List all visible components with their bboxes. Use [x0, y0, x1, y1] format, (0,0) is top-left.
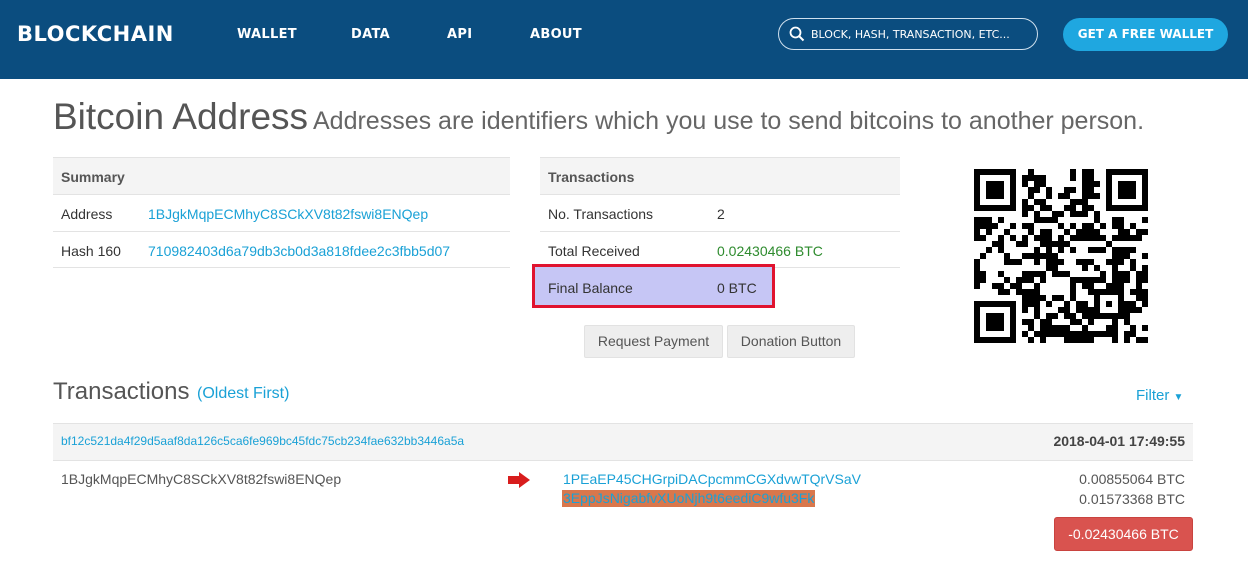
- total-received-label: Total Received: [548, 243, 640, 259]
- transaction-total-badge: -0.02430466 BTC: [1054, 517, 1193, 551]
- transactions-header-row: Transactions: [540, 157, 900, 194]
- search-box[interactable]: [778, 18, 1038, 50]
- transaction-input-address: 1BJgkMqpECMhyC8SCkXV8t82fswi8ENQep: [61, 471, 342, 487]
- page-title: Bitcoin Address: [53, 96, 309, 137]
- sort-order-link[interactable]: (Oldest First): [197, 385, 289, 403]
- caret-down-icon: ▼: [1173, 392, 1184, 403]
- hash160-value-link[interactable]: 710982403d6a79db3cb0d3a818fdee2c3fbb5d07: [148, 243, 450, 259]
- filter-label: Filter: [1136, 387, 1170, 404]
- transactions-section-title: Transactions: [53, 378, 190, 405]
- donation-button[interactable]: Donation Button: [727, 325, 855, 358]
- table-row: Total Received 0.02430466 BTC: [540, 231, 900, 268]
- table-row: Hash 160 710982403d6a79db3cb0d3a818fdee2…: [53, 231, 510, 268]
- final-balance-label: Final Balance: [548, 280, 633, 296]
- request-payment-button[interactable]: Request Payment: [584, 325, 723, 358]
- transactions-summary-table: Transactions No. Transactions 2 Total Re…: [540, 157, 900, 269]
- search-input[interactable]: [811, 24, 1021, 44]
- top-navbar: BLOCKCHAIN WALLET DATA API ABOUT GET A F…: [0, 0, 1248, 79]
- address-value-link[interactable]: 1BJgkMqpECMhyC8SCkXV8t82fswi8ENQep: [148, 206, 428, 222]
- final-balance-value: 0 BTC: [717, 280, 757, 296]
- table-row: Address 1BJgkMqpECMhyC8SCkXV8t82fswi8ENQ…: [53, 194, 510, 231]
- transaction-output-address-link[interactable]: 1PEaEP45CHGrpiDACpcmmCGXdvwTQrVSaV: [563, 471, 861, 487]
- transaction-output-address-link-highlighted[interactable]: 3EppJsNigabfvXUoNjh9t6eediC9wfu3Fk: [562, 490, 816, 507]
- total-received-value: 0.02430466 BTC: [717, 243, 823, 259]
- page-subtitle: Addresses are identifiers which you use …: [313, 107, 1145, 135]
- final-balance-highlight: Final Balance 0 BTC: [532, 264, 775, 308]
- arrow-right-icon: [508, 472, 530, 488]
- transaction-hash-link[interactable]: bf12c521da4f29d5aaf8da126c5ca6fe969bc45f…: [61, 434, 464, 448]
- transaction-time: 2018-04-01 17:49:55: [1053, 433, 1185, 449]
- transaction-header: bf12c521da4f29d5aaf8da126c5ca6fe969bc45f…: [53, 423, 1193, 461]
- no-transactions-label: No. Transactions: [548, 206, 654, 222]
- summary-heading: Summary: [61, 169, 125, 185]
- qr-code: [974, 169, 1148, 343]
- no-transactions-value: 2: [717, 206, 725, 222]
- get-free-wallet-button[interactable]: GET A FREE WALLET: [1063, 18, 1228, 51]
- search-icon: [789, 26, 805, 42]
- nav-about[interactable]: ABOUT: [530, 27, 582, 42]
- transaction-output-amount: 0.01573368 BTC: [1079, 491, 1185, 507]
- hash160-label: Hash 160: [61, 243, 121, 259]
- blockchain-logo[interactable]: BLOCKCHAIN: [17, 22, 174, 46]
- transaction-output-amount: 0.00855064 BTC: [1079, 471, 1185, 487]
- filter-dropdown[interactable]: Filter ▼: [1136, 387, 1183, 404]
- nav-data[interactable]: DATA: [351, 27, 390, 42]
- nav-wallet[interactable]: WALLET: [237, 27, 297, 42]
- table-row: No. Transactions 2: [540, 194, 900, 231]
- nav-api[interactable]: API: [447, 27, 472, 42]
- summary-table: Summary Address 1BJgkMqpECMhyC8SCkXV8t82…: [53, 157, 510, 269]
- address-label: Address: [61, 206, 113, 222]
- transactions-heading: Transactions: [548, 169, 635, 185]
- summary-header-row: Summary: [53, 157, 510, 194]
